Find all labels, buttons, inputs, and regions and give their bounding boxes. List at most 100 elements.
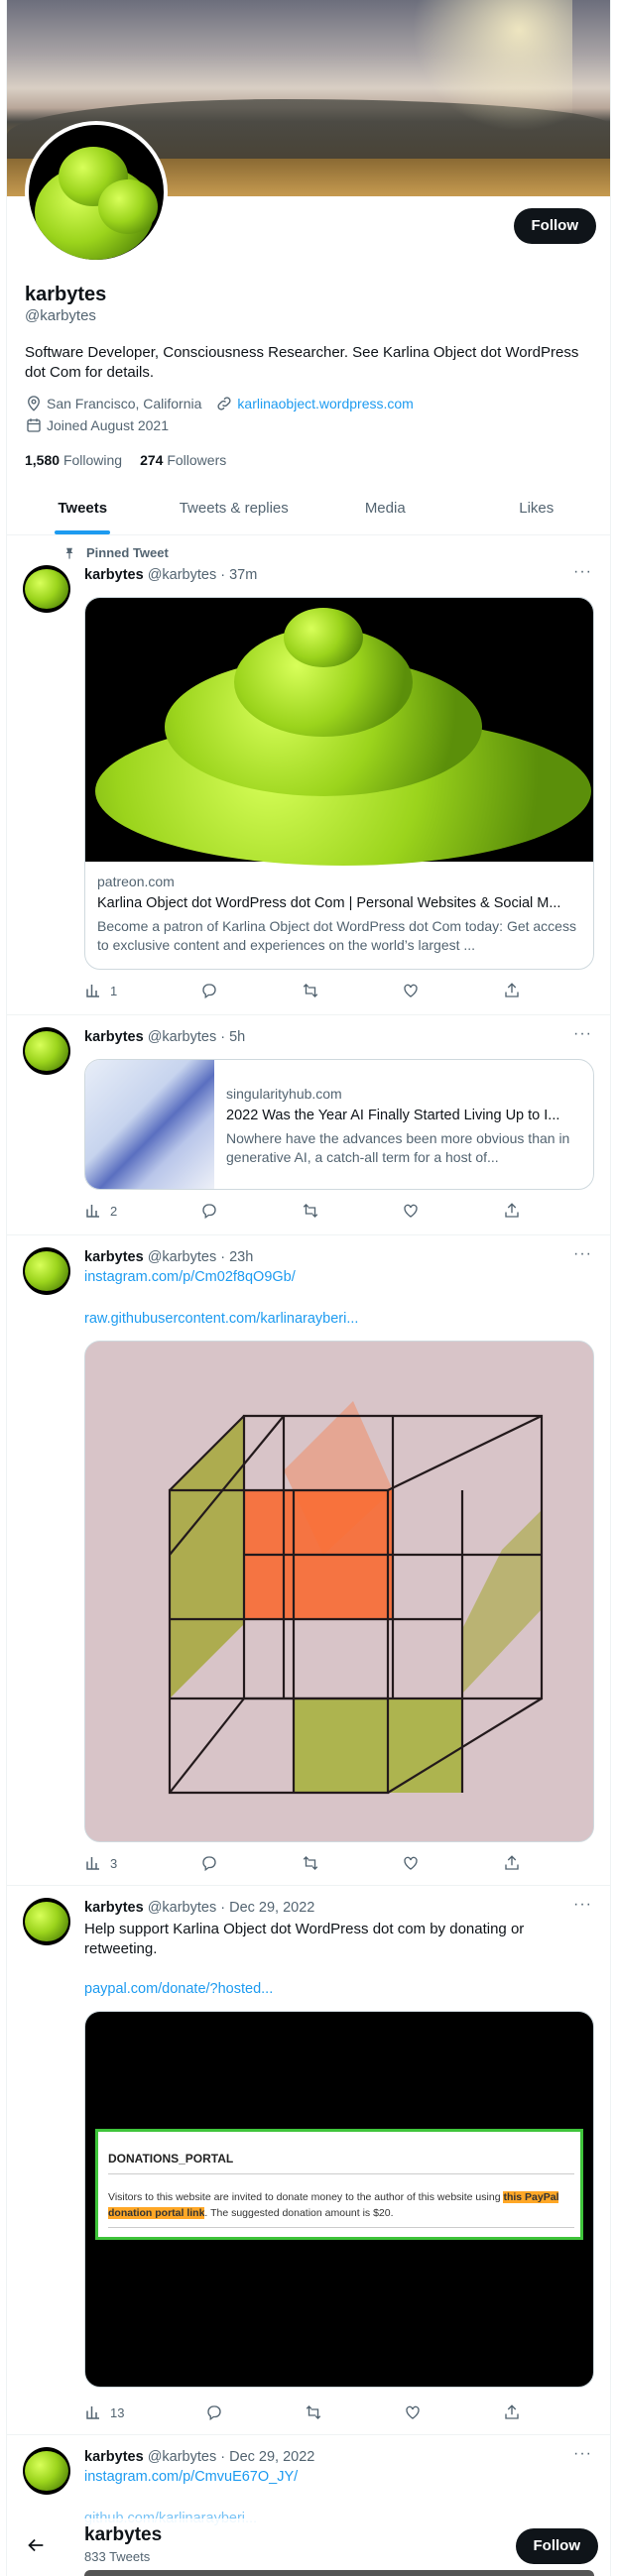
- card-description: Become a patron of Karlina Object dot Wo…: [97, 918, 576, 953]
- next-media-peek: [84, 2570, 594, 2576]
- follow-counts: 1,580 Following 274 Followers: [25, 452, 226, 468]
- more-options-icon[interactable]: ···: [573, 563, 592, 581]
- reply-button[interactable]: [200, 1854, 218, 1872]
- pinned-tweet-label: Pinned Tweet: [62, 545, 169, 560]
- more-options-icon[interactable]: ···: [573, 1025, 592, 1043]
- heart-icon: [406, 2405, 420, 2419]
- profile-website-link[interactable]: karlinaobject.wordpress.com: [237, 396, 413, 411]
- profile-joined: Joined August 2021: [47, 417, 169, 433]
- sticky-name: karbytes: [84, 2524, 163, 2545]
- like-button[interactable]: [402, 1854, 420, 1872]
- card-domain: patreon.com: [97, 874, 175, 889]
- followers-link[interactable]: 274 Followers: [140, 452, 226, 468]
- profile-bio: Software Developer, Consciousness Resear…: [25, 344, 579, 381]
- card-domain: singularityhub.com: [226, 1086, 342, 1102]
- tweet-link[interactable]: instagram.com/p/Cm02f8qO9Gb/: [84, 1269, 296, 1285]
- tweet-actions: 2: [84, 1202, 521, 1220]
- analytics-icon: [86, 985, 99, 997]
- analytics-icon: [86, 1205, 99, 1218]
- retweet-button[interactable]: [302, 1854, 319, 1872]
- tweet-actions: 13: [84, 2403, 521, 2421]
- profile-tabs: Tweets Tweets & replies Media Likes: [7, 482, 611, 535]
- views-button[interactable]: 2: [84, 1202, 117, 1220]
- share-icon: [505, 983, 519, 997]
- reply-icon: [202, 1856, 216, 1872]
- like-button[interactable]: [402, 1202, 420, 1220]
- tab-likes[interactable]: Likes: [461, 482, 611, 534]
- retweet-button[interactable]: [302, 1202, 319, 1220]
- calendar-icon: [27, 418, 41, 432]
- following-link[interactable]: 1,580 Following: [25, 452, 122, 468]
- pin-icon: [65, 547, 73, 559]
- tweet-header: karbytes @karbytes · 23h: [84, 1249, 254, 1265]
- share-button[interactable]: [503, 1202, 521, 1220]
- reply-button[interactable]: [200, 982, 218, 999]
- tweet-avatar[interactable]: [23, 2447, 70, 2495]
- heart-icon: [404, 1204, 418, 1218]
- profile-name: karbytes: [25, 284, 107, 305]
- sticky-follow-button[interactable]: Follow: [515, 2528, 598, 2564]
- share-button[interactable]: [503, 982, 521, 999]
- profile-handle: @karbytes: [25, 307, 96, 324]
- tweet-header: karbytes @karbytes · Dec 29, 2022: [84, 1900, 315, 1916]
- retweet-button[interactable]: [302, 982, 319, 999]
- retweet-icon: [306, 2405, 321, 2419]
- tweet-link[interactable]: instagram.com/p/CmvuE67O_JY/: [84, 2469, 298, 2485]
- like-button[interactable]: [404, 2403, 422, 2421]
- share-icon: [505, 1203, 519, 1218]
- tweet-header: karbytes @karbytes · Dec 29, 2022: [84, 2449, 315, 2465]
- portal-text: Visitors to this website are invited to …: [108, 2191, 559, 2219]
- back-arrow-icon[interactable]: [25, 2534, 47, 2556]
- cube-drawing: [85, 1342, 593, 1841]
- link-card[interactable]: patreon.com Karlina Object dot WordPress…: [84, 597, 594, 970]
- card-image: [85, 1060, 214, 1189]
- portal-title: DONATIONS_PORTAL: [108, 2152, 234, 2166]
- tweet-avatar[interactable]: [23, 1027, 70, 1075]
- views-button[interactable]: 1: [84, 982, 117, 999]
- tweet-avatar[interactable]: [23, 1898, 70, 1945]
- share-button[interactable]: [503, 2403, 521, 2421]
- tab-tweets[interactable]: Tweets: [7, 482, 159, 534]
- views-button[interactable]: 13: [84, 2403, 124, 2421]
- tweet-link[interactable]: paypal.com/donate/?hosted...: [84, 1981, 273, 1997]
- profile-meta: San Francisco, California karlinaobject.…: [25, 395, 414, 412]
- tab-media[interactable]: Media: [309, 482, 461, 534]
- profile-avatar[interactable]: [25, 121, 168, 264]
- retweet-button[interactable]: [305, 2403, 322, 2421]
- follow-button[interactable]: Follow: [513, 208, 596, 244]
- analytics-icon: [86, 2406, 99, 2419]
- profile-joined-row: Joined August 2021: [25, 416, 169, 434]
- tweet-link[interactable]: raw.githubusercontent.com/karlinarayberi…: [84, 1311, 358, 1327]
- tab-tweets-replies[interactable]: Tweets & replies: [159, 482, 310, 534]
- tweet-text: Help support Karlina Object dot WordPres…: [84, 1921, 525, 1957]
- share-icon: [505, 1855, 519, 1870]
- tweet-header: karbytes @karbytes · 37m: [84, 567, 258, 583]
- link-icon: [217, 397, 231, 410]
- share-button[interactable]: [503, 1854, 521, 1872]
- heart-icon: [404, 1856, 418, 1870]
- more-options-icon[interactable]: ···: [573, 1896, 592, 1914]
- tweet-header: karbytes @karbytes · 5h: [84, 1029, 246, 1045]
- card-image: [85, 598, 593, 866]
- more-options-icon[interactable]: ···: [573, 2445, 592, 2463]
- reply-button[interactable]: [205, 2403, 223, 2421]
- views-button[interactable]: 3: [84, 1854, 117, 1872]
- tweet-media-image[interactable]: DONATIONS_PORTAL Visitors to this websit…: [84, 2011, 594, 2388]
- like-button[interactable]: [402, 982, 420, 999]
- retweet-icon: [303, 984, 317, 997]
- tweet-media-image[interactable]: [84, 1341, 594, 1842]
- sticky-profile-header: karbytes 833 Tweets Follow: [7, 2518, 610, 2576]
- tweet-avatar[interactable]: [23, 565, 70, 613]
- tweet-avatar[interactable]: [23, 1247, 70, 1295]
- reply-button[interactable]: [200, 1202, 218, 1220]
- share-icon: [505, 2404, 519, 2419]
- donations-portal-screenshot: DONATIONS_PORTAL Visitors to this websit…: [95, 2129, 583, 2240]
- more-options-icon[interactable]: ···: [573, 1245, 592, 1263]
- retweet-icon: [303, 1204, 317, 1218]
- card-description: Nowhere have the advances been more obvi…: [226, 1130, 570, 1165]
- reply-icon: [202, 1204, 216, 1220]
- location-icon: [28, 396, 40, 411]
- heart-icon: [404, 984, 418, 997]
- profile-location: San Francisco, California: [47, 396, 202, 411]
- link-card[interactable]: singularityhub.com 2022 Was the Year AI …: [84, 1059, 594, 1190]
